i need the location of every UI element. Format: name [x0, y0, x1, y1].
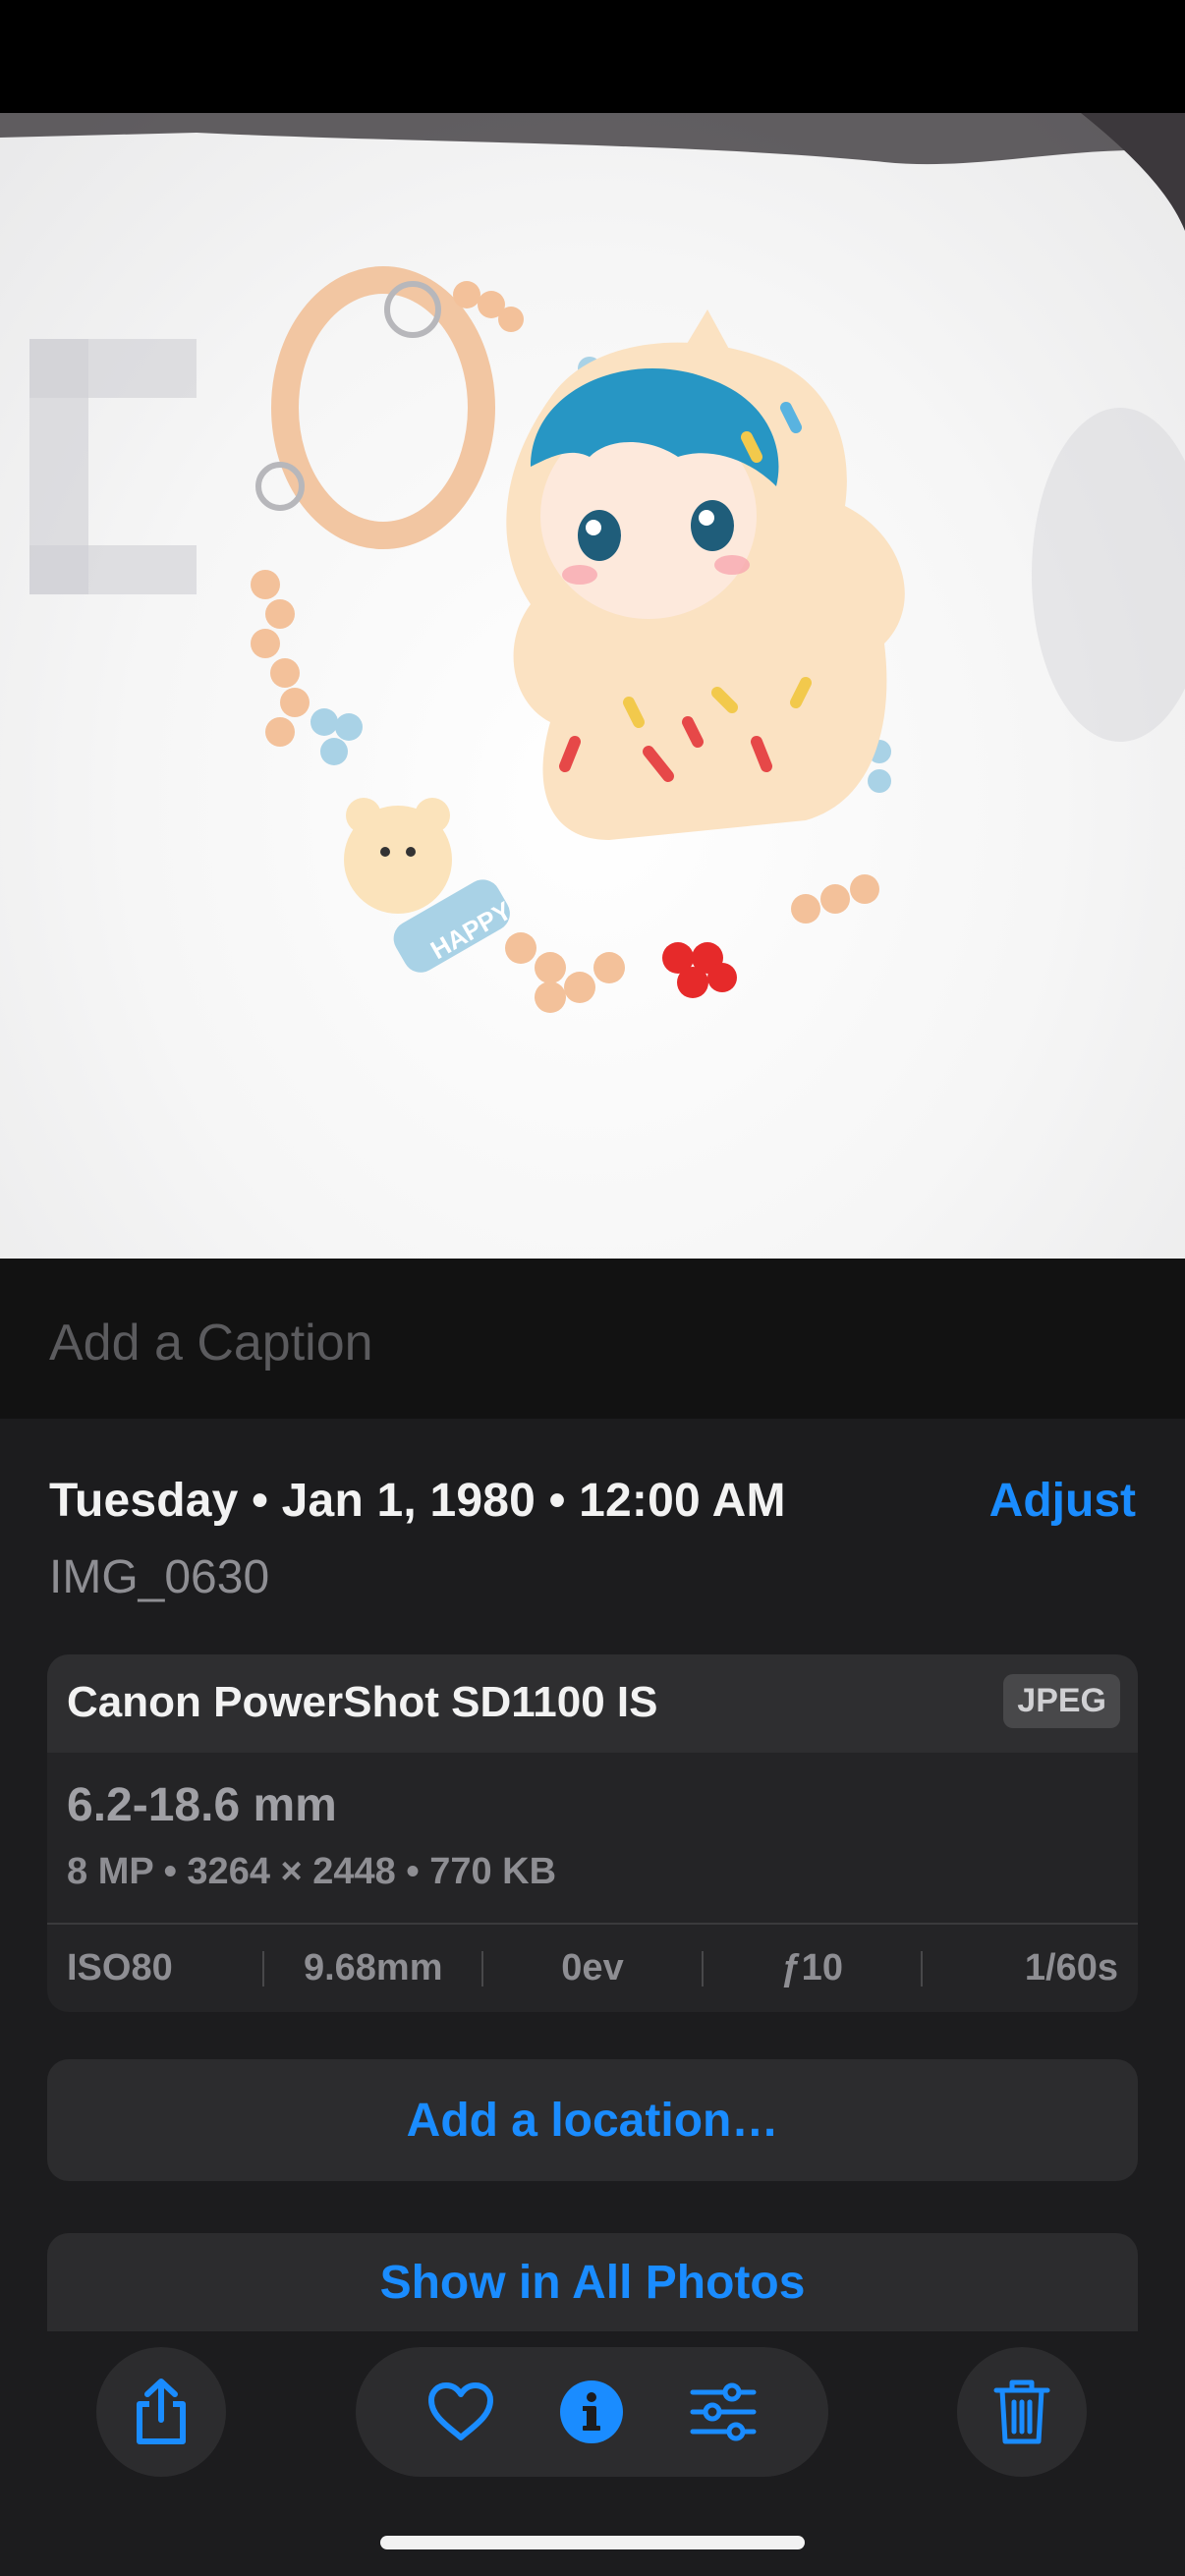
- adjust-date-button[interactable]: Adjust: [989, 1474, 1136, 1528]
- edit-adjust-button[interactable]: [684, 2373, 762, 2451]
- exif-row: ISO80 9.68mm 0ev ƒ10 1/60s: [47, 1925, 1138, 2012]
- exif-aperture: ƒ10: [780, 1947, 843, 1988]
- favorite-button[interactable]: [422, 2373, 500, 2451]
- image-specs: 8 MP • 3264 × 2448 • 770 KB: [67, 1851, 557, 1892]
- show-in-all-photos-button[interactable]: Show in All Photos: [47, 2233, 1138, 2331]
- exif-shutter: 1/60s: [1024, 1947, 1118, 1988]
- add-location-button[interactable]: Add a location…: [47, 2059, 1138, 2181]
- toolbar-center-group: [356, 2347, 828, 2477]
- heart-icon: [427, 2382, 493, 2440]
- share-icon: [137, 2379, 186, 2444]
- share-button[interactable]: [96, 2347, 226, 2477]
- exif-exposure: 0ev: [561, 1947, 624, 1988]
- status-bar-area: [0, 0, 1185, 113]
- delete-button[interactable]: [957, 2347, 1087, 2477]
- info-button[interactable]: [552, 2373, 631, 2451]
- keychain-photo: HAPPY: [0, 113, 1185, 1013]
- caption-input[interactable]: Add a Caption: [49, 1314, 373, 1372]
- info-icon: [560, 2380, 624, 2443]
- camera-card-header: Canon PowerShot SD1100 IS JPEG: [47, 1654, 1138, 1753]
- home-indicator[interactable]: [380, 2536, 805, 2549]
- photo-view[interactable]: HAPPY: [0, 113, 1185, 1259]
- format-badge: JPEG: [1003, 1674, 1120, 1728]
- photo-filename: IMG_0630: [49, 1551, 270, 1603]
- trash-icon: [993, 2380, 1050, 2444]
- exif-iso: ISO80: [67, 1947, 173, 1988]
- adjust-sliders-icon: [690, 2382, 757, 2441]
- photo-date: Tuesday • Jan 1, 1980 • 12:00 AM: [49, 1475, 786, 1527]
- lens-info: 6.2-18.6 mm: [67, 1779, 337, 1831]
- camera-info-card: Canon PowerShot SD1100 IS JPEG 6.2-18.6 …: [47, 1654, 1138, 2012]
- caption-bar[interactable]: Add a Caption: [0, 1259, 1185, 1419]
- camera-model: Canon PowerShot SD1100 IS: [67, 1678, 658, 1726]
- exif-focal-length: 9.68mm: [303, 1947, 443, 1988]
